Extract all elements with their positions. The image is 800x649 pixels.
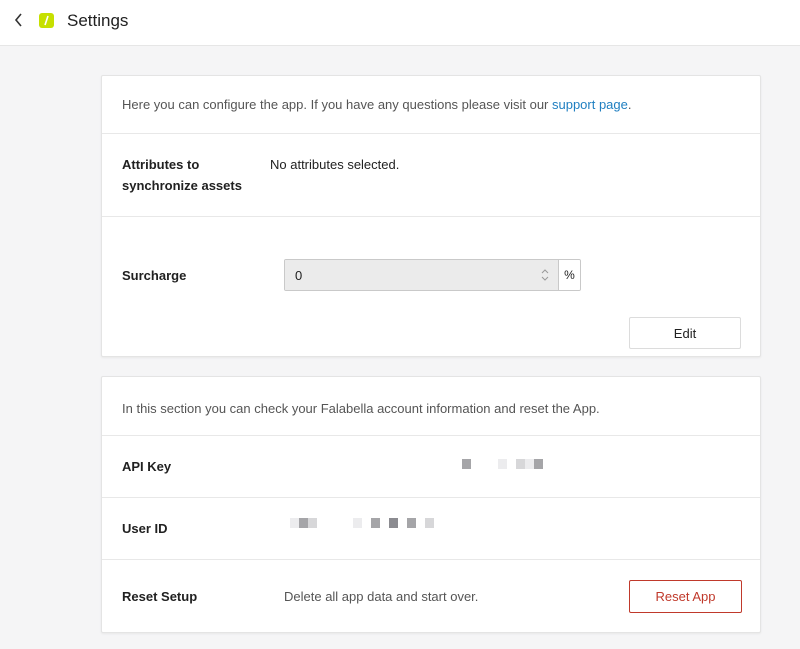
attributes-label: Attributes to synchronize assets [122,154,242,196]
user-id-masked-value [290,518,434,528]
api-key-masked-value [462,459,543,469]
configuration-card: Here you can configure the app. If you h… [101,75,761,357]
reset-description: Delete all app data and start over. [284,589,479,604]
attributes-row: Attributes to synchronize assets No attr… [102,134,760,217]
config-intro-row: Here you can configure the app. If you h… [102,76,760,134]
surcharge-value: 0 [295,267,303,283]
reset-row: Reset Setup Delete all app data and star… [102,560,760,634]
back-button[interactable] [10,11,26,29]
user-id-label: User ID [122,521,168,536]
attributes-label-line2: synchronize assets [122,178,242,193]
page-title: Settings [67,11,129,30]
api-key-row: API Key [102,436,760,498]
falabella-logo-icon [39,13,54,28]
attributes-label-line1: Attributes to [122,157,200,172]
reset-label: Reset Setup [122,589,198,604]
user-id-row: User ID [102,498,760,560]
reset-app-button[interactable]: Reset App [629,580,742,613]
surcharge-input[interactable]: 0 [285,260,558,290]
chevron-left-icon [14,13,22,27]
account-card: In this section you can check your Falab… [101,376,761,633]
edit-button[interactable]: Edit [629,317,741,349]
surcharge-row: Surcharge 0 % Edit [102,217,760,358]
percent-unit: % [558,260,580,290]
top-bar: Settings [0,0,800,46]
surcharge-field: 0 % [284,259,581,291]
config-intro: Here you can configure the app. If you h… [122,97,632,112]
account-intro: In this section you can check your Falab… [122,401,600,416]
surcharge-label: Surcharge [122,268,187,283]
config-intro-text: Here you can configure the app. If you h… [122,97,552,112]
support-page-link[interactable]: support page [552,97,628,112]
stepper-icon[interactable] [541,268,549,282]
account-intro-row: In this section you can check your Falab… [102,377,760,436]
api-key-label: API Key [122,459,172,474]
config-intro-end: . [627,97,632,112]
attributes-value: No attributes selected. [270,157,400,172]
